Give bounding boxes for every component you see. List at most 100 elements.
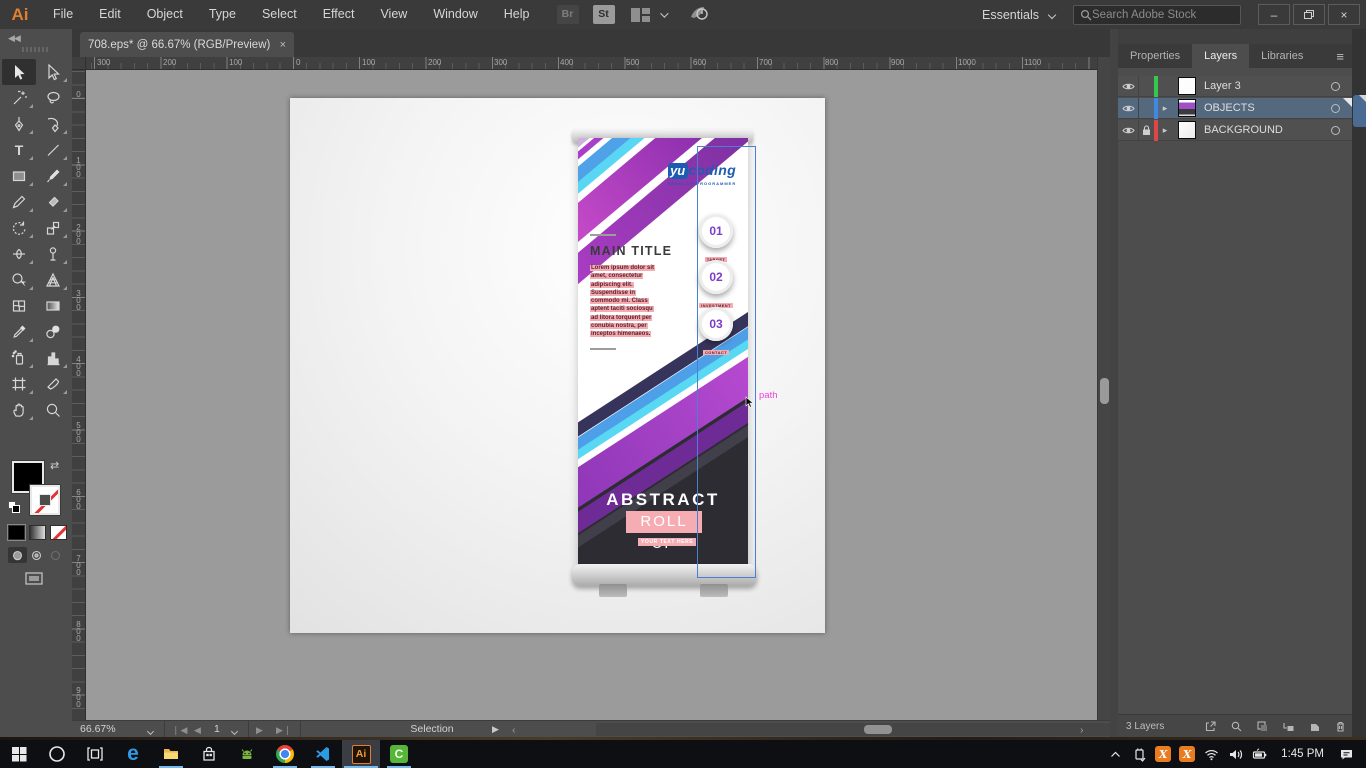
wifi-icon[interactable] <box>1199 740 1223 768</box>
file-explorer-button[interactable] <box>152 740 190 768</box>
type-tool[interactable]: T <box>2 137 36 163</box>
bridge-icon[interactable]: Br <box>557 5 579 24</box>
menu-help[interactable]: Help <box>491 0 543 29</box>
visibility-eye-icon[interactable] <box>1118 82 1138 91</box>
scale-tool[interactable] <box>36 215 70 241</box>
layer-thumbnail[interactable] <box>1178 121 1196 139</box>
stroke-color-swatch[interactable] <box>30 485 60 515</box>
lock-icon[interactable] <box>1139 125 1154 136</box>
canvas[interactable]: yucoding SEKOLAH PROGRAMMER MAIN TITLE L… <box>86 70 1097 720</box>
visibility-eye-icon[interactable] <box>1118 104 1138 113</box>
xampp-icon-2[interactable]: X <box>1175 740 1199 768</box>
first-artboard-icon[interactable]: ❘◀ <box>172 725 188 736</box>
close-button[interactable]: × <box>1328 4 1360 25</box>
width-tool[interactable] <box>2 241 36 267</box>
cortana-button[interactable] <box>38 740 76 768</box>
illustrator-taskbar-button[interactable]: Ai <box>342 740 380 768</box>
swap-fill-stroke-icon[interactable]: ⇄ <box>50 459 59 472</box>
color-button[interactable] <box>8 525 25 540</box>
menu-view[interactable]: View <box>367 0 420 29</box>
zoom-level[interactable]: 66.67% <box>80 723 116 735</box>
selection-bounding-path[interactable] <box>697 146 756 578</box>
arrange-documents-icon[interactable] <box>631 8 650 22</box>
selection-tool[interactable] <box>2 59 36 85</box>
restore-button[interactable] <box>1293 4 1325 25</box>
collect-for-export-icon[interactable] <box>1204 720 1217 733</box>
paintbrush-tool[interactable] <box>36 163 70 189</box>
edge-button[interactable]: e <box>114 740 152 768</box>
new-sublayer-icon[interactable] <box>1282 720 1295 733</box>
delete-layer-icon[interactable] <box>1334 720 1347 733</box>
vscode-button[interactable] <box>304 740 342 768</box>
menu-window[interactable]: Window <box>420 0 490 29</box>
layer-row-objects[interactable]: ▸ OBJECTS <box>1118 98 1352 119</box>
zoom-dropdown-icon[interactable] <box>148 725 153 737</box>
eraser-tool[interactable] <box>36 189 70 215</box>
task-view-button[interactable] <box>76 740 114 768</box>
target-circle-icon[interactable] <box>1331 104 1340 113</box>
column-graph-tool[interactable] <box>36 345 70 371</box>
usb-device-icon[interactable] <box>1127 740 1151 768</box>
xampp-icon[interactable]: X <box>1151 740 1175 768</box>
direct-selection-tool[interactable] <box>36 59 70 85</box>
gradient-tool[interactable] <box>36 293 70 319</box>
shape-builder-tool[interactable] <box>2 267 36 293</box>
minimize-button[interactable]: – <box>1258 4 1290 25</box>
menu-effect[interactable]: Effect <box>310 0 368 29</box>
banner-body-text[interactable]: Lorem ipsum dolor sit amet, consectetur … <box>590 264 657 339</box>
start-button[interactable] <box>0 740 38 768</box>
banner-rollup-title[interactable]: ROLL UP <box>626 511 702 533</box>
horizontal-scrollbar-thumb[interactable] <box>864 725 892 734</box>
blend-tool[interactable] <box>36 319 70 345</box>
layer-thumbnail[interactable] <box>1178 77 1196 95</box>
tab-layers[interactable]: Layers <box>1192 44 1249 68</box>
arrange-documents-chevron-icon[interactable] <box>660 9 668 17</box>
screen-mode-icon[interactable] <box>24 571 44 592</box>
camtasia-button[interactable]: C <box>380 740 418 768</box>
perspective-grid-tool[interactable] <box>36 267 70 293</box>
lasso-tool[interactable] <box>36 85 70 111</box>
slice-tool[interactable] <box>36 371 70 397</box>
vertical-scrollbar[interactable] <box>1097 57 1110 720</box>
expand-chevron-icon[interactable]: ▸ <box>1158 103 1172 114</box>
vertical-ruler[interactable]: 0 100 200 300 400 500 600 700 800 900 <box>72 70 86 720</box>
vertical-scrollbar-thumb[interactable] <box>1100 378 1109 404</box>
panel-grip[interactable] <box>22 47 50 52</box>
adobe-stock-search[interactable] <box>1073 5 1241 25</box>
prev-artboard-icon[interactable]: ◀ <box>194 725 202 736</box>
menu-select[interactable]: Select <box>249 0 310 29</box>
mesh-tool[interactable] <box>2 293 36 319</box>
search-input[interactable] <box>1092 9 1222 21</box>
default-fill-stroke-icon[interactable] <box>8 501 20 513</box>
symbol-sprayer-tool[interactable] <box>2 345 36 371</box>
rotate-tool[interactable] <box>2 215 36 241</box>
artboard-tool[interactable] <box>2 371 36 397</box>
menu-file[interactable]: File <box>40 0 86 29</box>
layer-thumbnail[interactable] <box>1178 99 1196 117</box>
workspace-switcher[interactable]: Essentials <box>982 8 1055 22</box>
visibility-eye-icon[interactable] <box>1118 126 1138 135</box>
tab-properties[interactable]: Properties <box>1118 44 1192 68</box>
horizontal-scrollbar[interactable] <box>596 723 1156 736</box>
volume-icon[interactable] <box>1223 740 1247 768</box>
hscroll-left-arrow-icon[interactable]: ‹ <box>512 724 516 736</box>
tab-close-icon[interactable]: × <box>280 39 286 51</box>
pen-tool[interactable] <box>2 111 36 137</box>
magic-wand-tool[interactable] <box>2 85 36 111</box>
puppet-warp-tool[interactable] <box>36 241 70 267</box>
divider-rule[interactable] <box>590 348 616 350</box>
panel-menu-icon[interactable]: ≡ <box>1336 49 1344 64</box>
last-artboard-icon[interactable]: ▶❘ <box>276 725 292 736</box>
make-clipping-mask-icon[interactable] <box>1256 720 1269 733</box>
collapse-panel-icon[interactable]: ◀◀ <box>8 33 20 44</box>
microsoft-store-button[interactable] <box>190 740 228 768</box>
draw-behind-icon[interactable] <box>27 547 46 563</box>
stock-icon[interactable]: St <box>593 5 615 24</box>
banner-main-title[interactable]: MAIN TITLE <box>590 244 672 258</box>
draw-inside-icon[interactable] <box>46 547 65 563</box>
line-segment-tool[interactable] <box>36 137 70 163</box>
document-tab[interactable]: 708.eps* @ 66.67% (RGB/Preview) × <box>80 32 294 57</box>
hand-tool[interactable] <box>2 397 36 423</box>
battery-icon[interactable] <box>1247 740 1271 768</box>
menu-type[interactable]: Type <box>196 0 249 29</box>
